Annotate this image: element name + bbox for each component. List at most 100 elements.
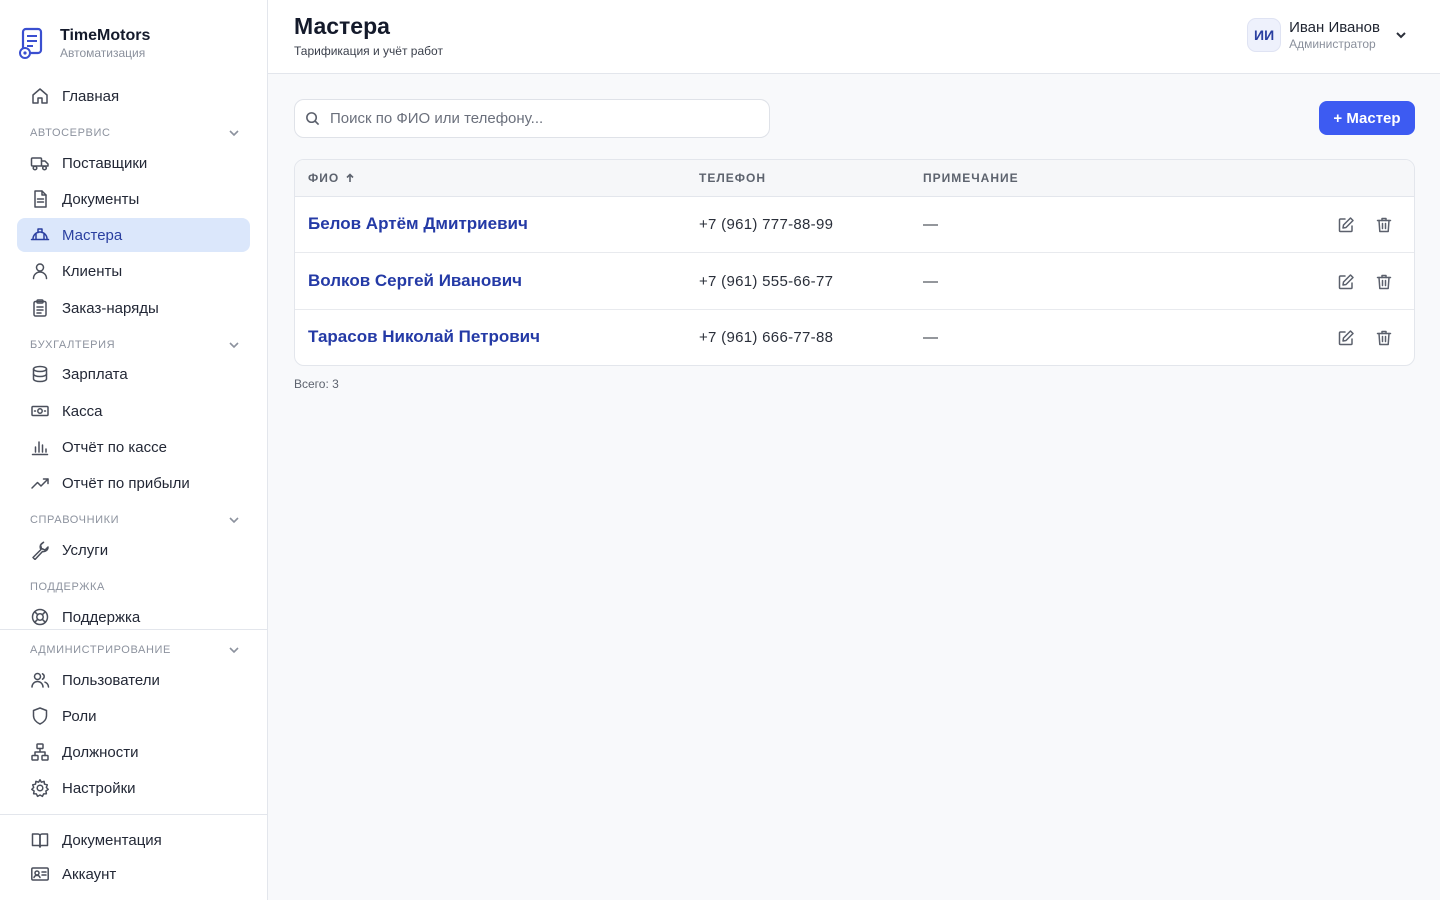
brand[interactable]: TimeMotors Автоматизация: [18, 26, 150, 60]
sidebar-item-positions[interactable]: Должности: [17, 735, 250, 769]
add-master-button[interactable]: + Мастер: [1319, 101, 1415, 135]
sidebar-item-account[interactable]: Аккаунт: [17, 857, 250, 891]
sidebar-item-label: Отчёт по кассе: [62, 438, 167, 456]
edit-icon: [1338, 274, 1354, 290]
org-chart-icon: [31, 743, 49, 761]
column-header-label: ПРИМЕЧАНИЕ: [923, 171, 1019, 185]
master-name-link[interactable]: Тарасов Николай Петрович: [308, 327, 540, 347]
sidebar-item-users[interactable]: Пользователи: [17, 663, 250, 697]
sidebar-item-label: Клиенты: [62, 262, 123, 280]
sidebar-item-label: Поддержка: [62, 608, 141, 626]
master-name-link[interactable]: Белов Артём Дмитриевич: [308, 214, 528, 234]
sidebar-item-documents[interactable]: Документы: [17, 182, 250, 216]
user-menu[interactable]: ИИ Иван Иванов Администратор: [1247, 18, 1408, 52]
sidebar-divider: [0, 629, 268, 630]
database-icon: [32, 365, 48, 383]
brand-subtitle: Автоматизация: [60, 45, 146, 60]
sidebar-item-label: Роли: [62, 707, 97, 725]
delete-button[interactable]: [1375, 273, 1393, 291]
sidebar-item-cashbox[interactable]: Касса: [17, 394, 250, 428]
table-row: Белов Артём Дмитриевич +7 (961) 777-88-9…: [295, 197, 1414, 253]
table-header: ФИО ТЕЛЕФОН ПРИМЕЧАНИЕ: [295, 160, 1414, 197]
edit-button[interactable]: [1337, 216, 1355, 234]
user-name: Иван Иванов: [1289, 19, 1380, 36]
sidebar-item-label: Пользователи: [62, 671, 160, 689]
nav-group-label: Справочники: [30, 514, 120, 526]
nav-group-references[interactable]: Справочники: [30, 512, 240, 528]
chevron-down-icon: [229, 342, 239, 349]
life-buoy-icon: [31, 608, 49, 626]
column-header-name[interactable]: ФИО: [308, 171, 355, 185]
nav-group-label: Администрирование: [30, 644, 171, 656]
masters-table: ФИО ТЕЛЕФОН ПРИМЕЧАНИЕ Белов Артём Дмитр…: [294, 159, 1415, 366]
shield-icon: [32, 707, 48, 725]
sidebar-item-home[interactable]: Главная: [17, 79, 250, 113]
avatar: ИИ: [1247, 18, 1282, 52]
sidebar-item-documentation[interactable]: Документация: [17, 823, 250, 857]
chevron-down-icon: [229, 647, 239, 654]
sidebar-item-label: Поставщики: [62, 154, 148, 172]
nav-group-label: Поддержка: [30, 581, 105, 593]
master-phone: +7 (961) 666-77-88: [699, 329, 834, 346]
column-header-phone[interactable]: ТЕЛЕФОН: [699, 171, 766, 185]
sidebar-item-services[interactable]: Услуги: [17, 533, 250, 567]
page-title: Мастера: [294, 13, 390, 39]
master-name-link[interactable]: Волков Сергей Иванович: [308, 271, 522, 291]
nav-group-label: Автосервис: [30, 127, 111, 139]
user-icon: [32, 263, 48, 280]
nav-group-accounting[interactable]: Бухгалтерия: [30, 337, 240, 353]
chevron-down-icon: [229, 517, 239, 524]
truck-icon: [30, 157, 49, 171]
wrench-icon: [32, 541, 49, 560]
nav-group-autoservice[interactable]: Автосервис: [30, 125, 240, 141]
nav-group-administration[interactable]: Администрирование: [30, 642, 240, 658]
chevron-down-icon: [229, 130, 239, 137]
sort-arrow-up-icon: [346, 173, 354, 182]
page-subtitle: Тарификация и учёт работ: [294, 44, 443, 58]
sidebar-item-roles[interactable]: Роли: [17, 699, 250, 733]
sidebar-item-label: Должности: [62, 743, 139, 761]
sidebar-item-suppliers[interactable]: Поставщики: [17, 146, 250, 180]
edit-button[interactable]: [1337, 329, 1355, 347]
master-note: —: [923, 273, 938, 290]
column-header-note[interactable]: ПРИМЕЧАНИЕ: [923, 171, 1019, 185]
sidebar-item-cash-report[interactable]: Отчёт по кассе: [17, 430, 250, 464]
master-note: —: [923, 216, 938, 233]
table-row: Тарасов Николай Петрович +7 (961) 666-77…: [295, 310, 1414, 365]
edit-icon: [1338, 217, 1354, 233]
master-phone: +7 (961) 555-66-77: [699, 273, 834, 290]
nav-group-label: Бухгалтерия: [30, 339, 116, 351]
sidebar-item-label: Мастера: [62, 226, 123, 244]
chevron-down-icon[interactable]: [1394, 28, 1408, 42]
sidebar-item-label: Настройки: [62, 779, 136, 797]
sidebar: TimeMotors Автоматизация Главная Автосер…: [0, 0, 268, 900]
column-header-label: ТЕЛЕФОН: [699, 171, 766, 185]
delete-button[interactable]: [1375, 329, 1393, 347]
edit-button[interactable]: [1337, 273, 1355, 291]
column-header-label: ФИО: [308, 171, 340, 185]
delete-button[interactable]: [1375, 216, 1393, 234]
id-card-icon: [31, 867, 49, 881]
sidebar-item-label: Документы: [62, 190, 140, 208]
logo-icon: [19, 27, 43, 59]
search-icon: [306, 112, 320, 126]
sidebar-item-label: Отчёт по прибыли: [62, 474, 190, 492]
sidebar-item-clients[interactable]: Клиенты: [17, 254, 250, 288]
sidebar-item-orders[interactable]: Заказ-наряды: [17, 291, 250, 325]
nav-group-support: Поддержка: [30, 579, 240, 595]
document-icon: [34, 190, 47, 208]
table-row: Волков Сергей Иванович +7 (961) 555-66-7…: [295, 254, 1414, 310]
search-box[interactable]: [294, 99, 770, 138]
sidebar-item-salary[interactable]: Зарплата: [17, 357, 250, 391]
edit-icon: [1338, 330, 1354, 346]
book-icon: [31, 833, 49, 848]
search-input[interactable]: [330, 110, 750, 127]
sidebar-item-label: Аккаунт: [62, 865, 117, 883]
trash-icon: [1376, 217, 1392, 233]
sidebar-item-settings[interactable]: Настройки: [17, 771, 250, 805]
sidebar-item-profit-report[interactable]: Отчёт по прибыли: [17, 466, 250, 500]
total-count: Всего: 3: [294, 377, 339, 391]
sidebar-divider: [0, 814, 268, 815]
home-icon: [32, 88, 48, 104]
sidebar-item-masters[interactable]: Мастера: [17, 218, 250, 252]
